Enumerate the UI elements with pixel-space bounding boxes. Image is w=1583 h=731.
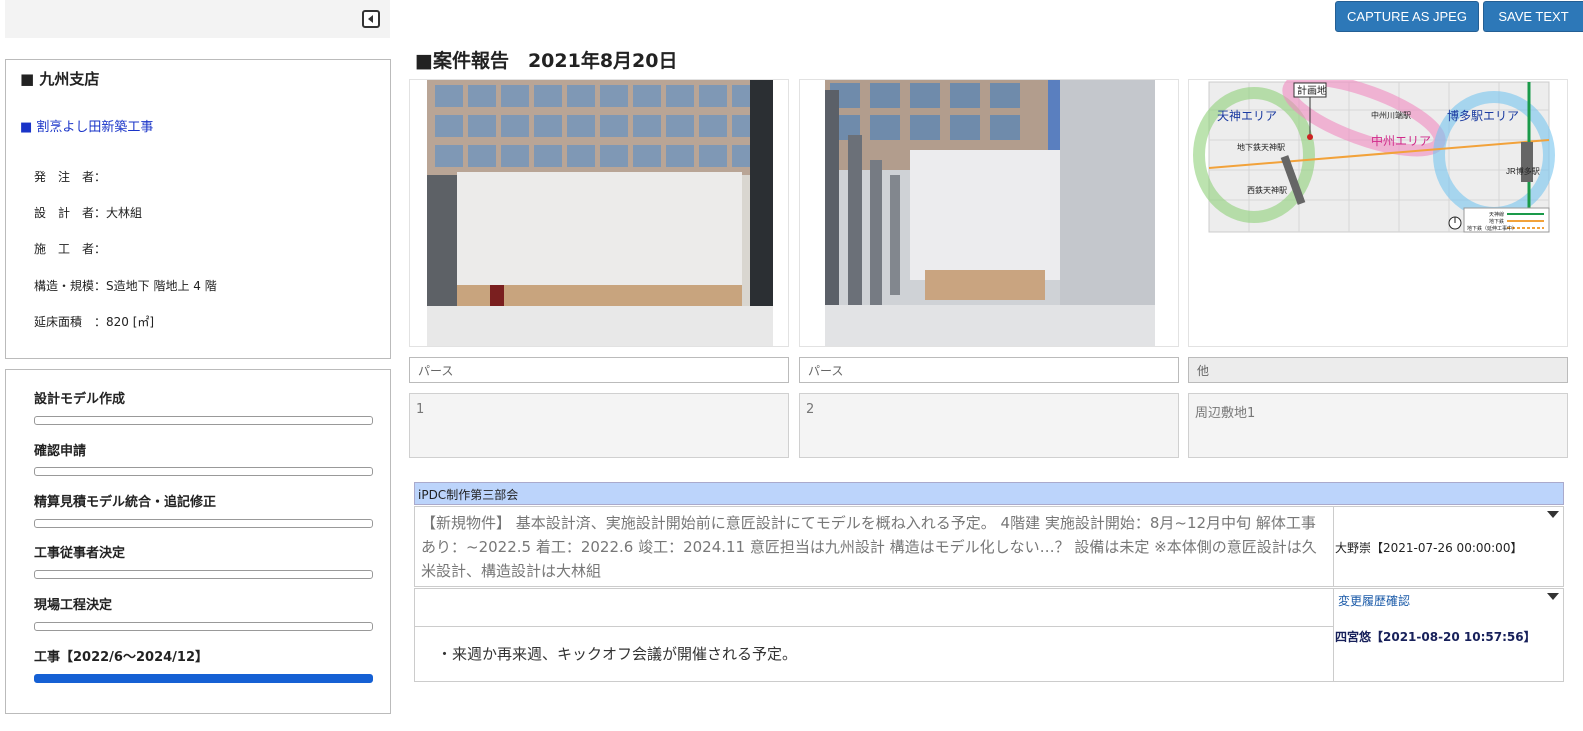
map-label: 中州川端駅 [1371,110,1411,120]
comment-body: 【新規物件】 基本設計済、実施設計開始前に意匠設計にてモデルを概ね入れる予定。 … [421,514,1317,580]
info-row-value: S造地下 階地上 4 階 [106,279,217,293]
comment-edit-row[interactable] [414,588,1334,627]
map-label: 中州エリア [1371,133,1431,148]
project-info-panel: ■ 九州支店 ■ 割烹よし田新築工事 発 注 者： 設 計 者：大林組 施 工 … [5,59,391,359]
caption-input-2[interactable] [799,357,1179,383]
image-note-1[interactable]: 1 [409,393,789,458]
change-history-link[interactable]: 変更履歴確認 [1338,592,1410,609]
info-row-label: 構造・規模： [34,279,107,293]
info-row-designer: 設 計 者：大林組 [34,204,142,221]
chevron-down-icon[interactable] [1547,593,1559,600]
info-row-label: 施 工 者： [34,242,107,256]
comment-author: 大野崇【2021-07-26 00:00:00】 [1335,541,1523,555]
step-progress-bar-complete [34,674,373,683]
step-label: 確認申請 [34,444,87,459]
map-label: 計画地 [1297,84,1327,97]
branch-name: ■ 九州支店 [20,70,100,88]
map-legend-label: 地下鉄 [1489,218,1504,225]
image-note-2[interactable]: 2 [799,393,1179,458]
step-progress-bar [34,416,373,425]
capture-jpeg-button[interactable]: CAPTURE AS JPEG [1335,1,1479,32]
site-map-image: 計画地 天神エリア 博多駅エリア 中州エリア 中州川端駅 地下鉄天神駅 西鉄天神… [1193,80,1555,233]
comment-body: ・来週か再来週、キックオフ会議が開催される予定。 [437,645,798,663]
facade-render-image [427,80,773,346]
comment-author: 四宮悠【2021-08-20 10:57:56】 [1335,630,1536,644]
perspective-render-image [825,80,1155,346]
report-title: ■案件報告 2021年8月20日 [415,50,678,72]
comment-text-2[interactable]: ・来週か再来週、キックオフ会議が開催される予定。 [414,626,1334,682]
map-legend-label: 地下鉄（延伸工事中） [1467,225,1517,232]
info-row-label: 設 計 者： [34,206,107,220]
step-progress-bar [34,622,373,631]
map-label: JR博多駅 [1506,166,1540,176]
info-row-structure: 構造・規模：S造地下 階地上 4 階 [34,277,217,294]
step-label: 工事従事者決定 [34,546,126,561]
step-label: 現場工程決定 [34,598,113,613]
save-text-button[interactable]: SAVE TEXT [1483,1,1583,32]
caption-input-1[interactable] [409,357,789,383]
info-row-contractor: 施 工 者： [34,240,106,257]
step-label: 設計モデル作成 [34,392,126,407]
info-row-label: 延床面積 ： [34,315,107,329]
comment-meta-2: 変更履歴確認 四宮悠【2021-08-20 10:57:56】 [1333,588,1564,682]
step-label: 工事【2022/6～2024/12】 [34,650,208,665]
info-row-client: 発 注 者： [34,168,106,185]
image-card-facade[interactable] [409,79,789,347]
comments-section-header: iPDC制作第三部会 [414,482,1564,505]
sidebar-topbar [5,0,390,38]
step-progress-bar [34,570,373,579]
map-legend-label: 天神線 [1489,211,1504,218]
step-progress-bar [34,519,373,528]
chevron-down-icon[interactable] [1547,511,1559,518]
comment-text-1[interactable]: 【新規物件】 基本設計済、実施設計開始前に意匠設計にてモデルを概ね入れる予定。 … [414,506,1334,587]
step-progress-bar [34,467,373,476]
step-label: 精算見積モデル統合・追記修正 [34,495,217,510]
info-row-label: 発 注 者： [34,170,107,184]
comment-meta-1: 大野崇【2021-07-26 00:00:00】 [1333,506,1564,587]
map-label: 地下鉄天神駅 [1237,142,1285,152]
map-label: 西鉄天神駅 [1247,185,1287,195]
collapse-sidebar-icon[interactable] [362,10,380,28]
info-row-floor-area: 延床面積 ：820 [㎡] [34,313,154,330]
project-name: ■ 割烹よし田新築工事 [20,120,154,135]
caption-input-3[interactable] [1188,357,1568,383]
map-label: 天神エリア [1217,109,1277,123]
info-row-value: 大林組 [106,206,143,220]
image-card-perspective[interactable] [799,79,1179,347]
progress-steps-panel: 設計モデル作成 確認申請 精算見積モデル統合・追記修正 工事従事者決定 現場工程… [5,369,391,714]
info-row-value: 820 [㎡] [106,315,155,329]
image-note-3[interactable]: 周辺敷地1 [1188,393,1568,458]
image-card-map[interactable]: 計画地 天神エリア 博多駅エリア 中州エリア 中州川端駅 地下鉄天神駅 西鉄天神… [1188,79,1568,347]
map-label: 博多駅エリア [1447,108,1519,123]
